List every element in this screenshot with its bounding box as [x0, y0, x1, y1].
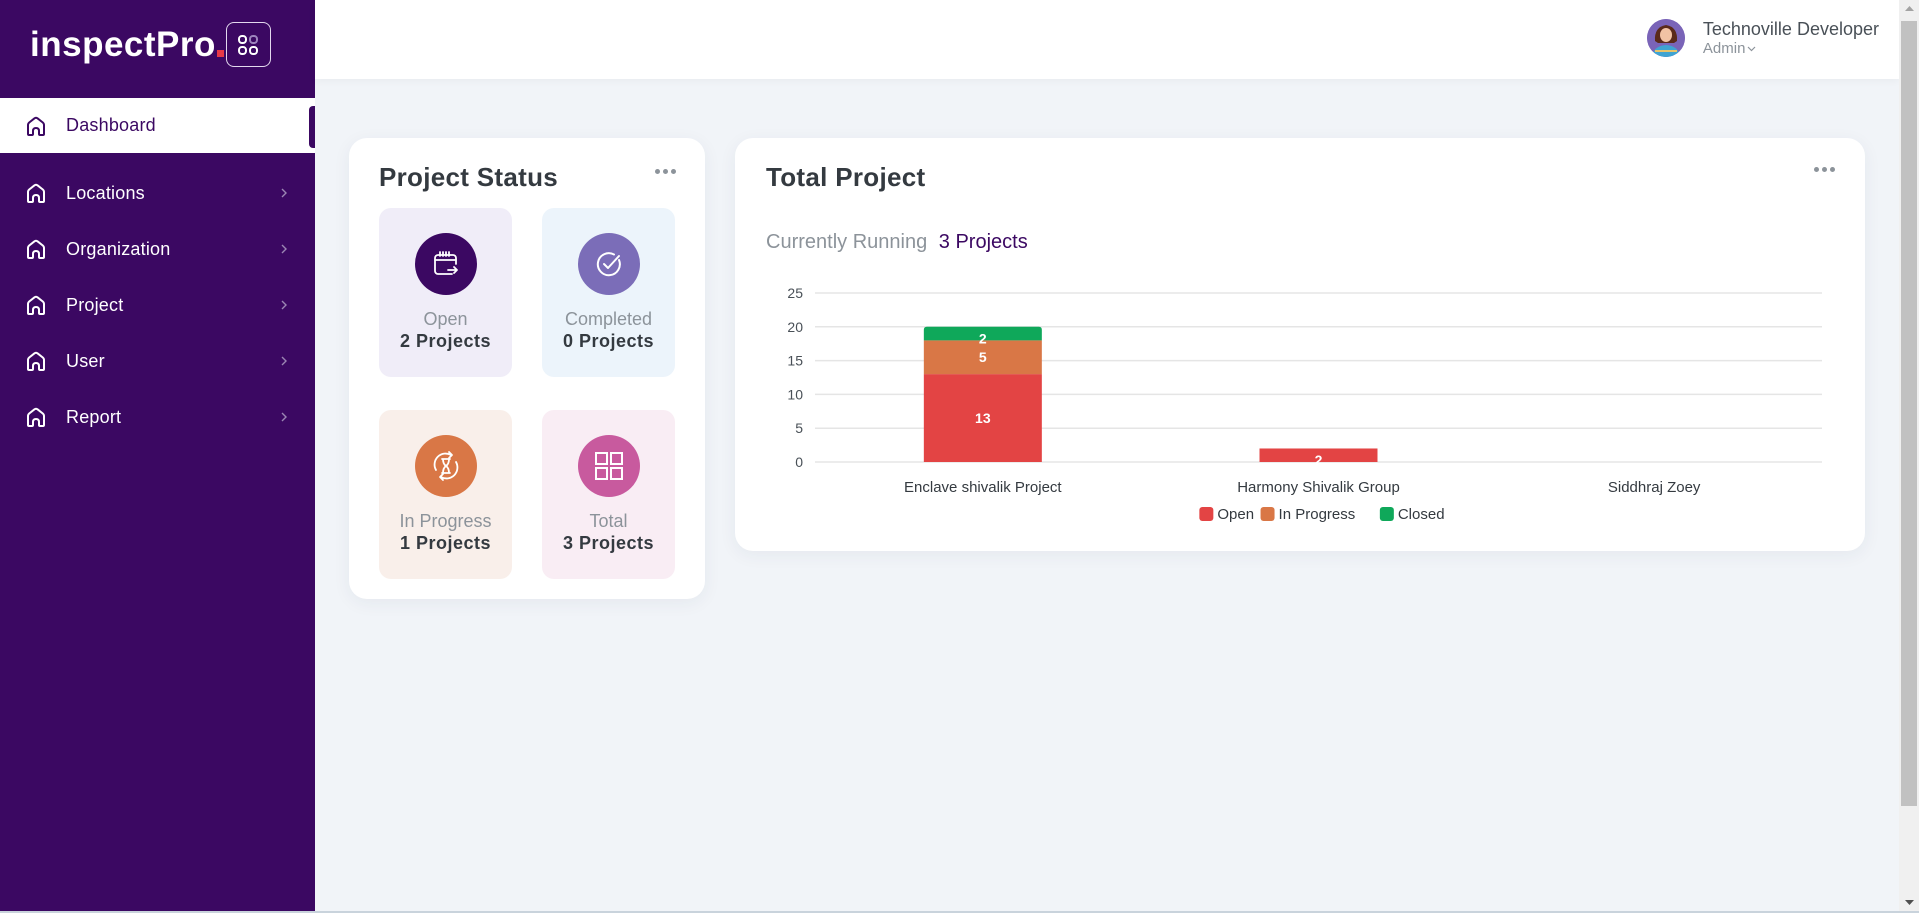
status-tile-total[interactable]: Total 3 Projects	[542, 410, 675, 579]
project-status-title: Project Status	[379, 162, 559, 192]
grid-icon	[577, 435, 640, 497]
user-role-dropdown[interactable]: Admin	[1703, 40, 1879, 58]
legend-swatch-closed	[1379, 507, 1394, 521]
tile-value: 3 Projects	[562, 533, 655, 553]
avatar[interactable]	[1646, 19, 1685, 57]
tile-label: Total	[589, 511, 628, 531]
y-tick-label: 10	[787, 386, 803, 402]
legend-swatch-open	[1199, 507, 1214, 521]
tile-label: Completed	[564, 309, 653, 329]
home-icon	[24, 237, 48, 261]
legend-label: Closed	[1398, 506, 1445, 523]
sidebar-nav: Dashboard Locations Organization Project Use…	[0, 98, 315, 445]
home-icon	[24, 114, 48, 138]
home-icon	[24, 405, 48, 429]
x-tick-label: Harmony Shivalik Group	[1237, 479, 1400, 496]
x-tick-label: Siddhraj Zoey	[1608, 479, 1701, 496]
legend-label: Open	[1217, 506, 1254, 523]
home-icon	[24, 293, 48, 317]
apps-grid-icon[interactable]	[225, 22, 271, 67]
legend-swatch-in-progress	[1260, 507, 1275, 521]
hourglass-refresh-icon	[414, 435, 477, 497]
tile-value: 0 Projects	[562, 331, 655, 351]
bar-data-label: 13	[975, 410, 991, 426]
sidebar-item-user[interactable]: User	[0, 333, 315, 389]
y-tick-label: 0	[795, 454, 803, 470]
sidebar-item-report[interactable]: Report	[0, 389, 315, 445]
y-tick-label: 25	[787, 285, 803, 301]
chevron-right-icon	[279, 410, 289, 424]
status-tile-open[interactable]: Open 2 Projects	[379, 208, 512, 377]
page-scrollbar[interactable]	[1899, 0, 1919, 911]
user-menu[interactable]: Technoville Developer Admin	[1646, 18, 1879, 58]
sidebar-item-locations[interactable]: Locations	[0, 165, 315, 221]
status-tile-completed[interactable]: Completed 0 Projects	[542, 208, 675, 377]
y-tick-label: 15	[787, 353, 803, 369]
stacked-bar-chart: 0 5 10 15 20 25 13 5 2 Enclave shivalik Project 2 H…	[787, 285, 1822, 523]
sidebar-item-project[interactable]: Project	[0, 277, 315, 333]
sidebar-item-organization[interactable]: Organization	[0, 221, 315, 277]
calendar-arrow-icon	[414, 233, 477, 295]
tile-label: Open	[423, 309, 468, 329]
chevron-right-icon	[279, 354, 289, 368]
user-role: Admin	[1702, 40, 1746, 57]
logo-text: inspectPro	[30, 24, 216, 64]
sidebar-item-label: Locations	[66, 182, 145, 203]
top-header: Technoville Developer Admin	[315, 0, 1899, 79]
chevron-right-icon	[279, 186, 289, 200]
sidebar-item-dashboard[interactable]: Dashboard	[0, 98, 315, 153]
chevron-right-icon	[279, 298, 289, 312]
sidebar-item-label: Project	[66, 294, 124, 315]
sidebar-item-label: Dashboard	[66, 115, 156, 135]
more-options-icon[interactable]	[655, 169, 676, 174]
total-project-card: Total Project Currently Running 3 Projec…	[735, 138, 1865, 551]
check-circle-icon	[577, 233, 640, 295]
y-tick-label: 5	[795, 420, 803, 436]
user-name: Technoville Developer	[1702, 19, 1879, 39]
project-status-card: Project Status Open 2 Projects Completed…	[349, 138, 705, 599]
logo-dot	[216, 50, 224, 57]
sidebar: inspectPro Dashboard Locations Organizatio…	[0, 0, 315, 913]
bar-data-label: 2	[979, 330, 987, 346]
sidebar-item-label: Organization	[66, 238, 171, 259]
home-icon	[24, 181, 48, 205]
scroll-up-arrow-icon[interactable]	[1899, 0, 1919, 17]
legend-label: In Progress	[1279, 506, 1356, 523]
bar-data-label: 5	[979, 349, 987, 365]
logo[interactable]: inspectPro	[30, 22, 271, 67]
sidebar-item-label: Report	[66, 406, 122, 427]
bar-data-label: 2	[1315, 452, 1323, 468]
sidebar-item-label: User	[66, 350, 105, 371]
tile-value: 2 Projects	[399, 331, 492, 351]
tile-label: In Progress	[399, 511, 492, 531]
x-tick-label: Enclave shivalik Project	[904, 479, 1062, 496]
home-icon	[24, 349, 48, 373]
y-tick-label: 20	[787, 319, 803, 335]
chevron-right-icon	[279, 242, 289, 256]
status-tile-in-progress[interactable]: In Progress 1 Projects	[379, 410, 512, 579]
scrollbar-thumb[interactable]	[1901, 21, 1917, 806]
scroll-down-arrow-icon[interactable]	[1899, 894, 1919, 911]
chevron-down-icon	[1747, 46, 1756, 52]
tile-value: 1 Projects	[399, 533, 492, 553]
